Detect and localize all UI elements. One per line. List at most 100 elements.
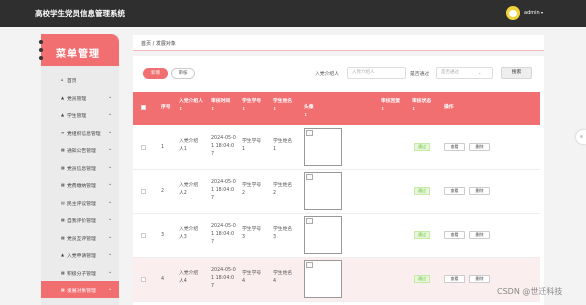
search-button[interactable]: 搜索 (501, 67, 532, 79)
sidebar-item[interactable]: ▦ 党员互评管理 ⌄ (41, 229, 119, 246)
sidebar-item[interactable]: ▦ 积极分子管理 ⌄ (41, 264, 119, 281)
home-icon: ⌂ (61, 77, 64, 82)
sidebar-item[interactable]: ▦ 党费缴纳管理 ⌄ (41, 176, 119, 193)
sort-icon[interactable]: ↕ (211, 105, 239, 112)
sort-icon[interactable]: ↕ (381, 105, 400, 112)
view-button[interactable]: 查看 (444, 143, 465, 151)
side-handle[interactable] (576, 130, 586, 144)
header-status[interactable]: 审核状态 ↕ (412, 98, 431, 112)
sidebar-item[interactable]: ⌂ 首页 (41, 71, 119, 88)
chevron-down-icon: ⌄ (108, 181, 113, 187)
row-checkbox[interactable] (141, 277, 146, 282)
delete-button[interactable]: 删除 (469, 231, 490, 239)
delete-button[interactable]: 删除 (469, 187, 490, 195)
row-introducer-line: 人2 (179, 191, 187, 196)
sort-icon[interactable]: ↕ (179, 105, 205, 112)
row-time-line: 2024-05-0 (211, 180, 236, 185)
sidebar-item-label: 自我评价管理 (67, 219, 96, 224)
sidebar-item[interactable]: ▦ 党员信息管理 ⌄ (41, 159, 119, 176)
table-row: 4 入党介绍 人4 2024-05-0 1 18:04:0 7 学生学号 4 学生姓名 4 通过 查看… (133, 258, 540, 302)
caret-down-icon[interactable]: ▾ (541, 10, 543, 15)
header-avatar[interactable]: 头像 ↕ (304, 104, 314, 118)
doc-icon: ▤ (61, 199, 65, 205)
chevron-down-icon: ⌄ (108, 146, 113, 152)
row-index: 4 (161, 277, 165, 282)
row-time: 2024-05-0 1 18:04:0 7 (211, 267, 241, 291)
header-time-text: 审核时间 (211, 99, 231, 104)
table-header: 序号 入党介绍人 ↕ 审核时间 ↕ 学生学号 ↕ 学生姓名 ↕ 头像 ↕ 审核回… (133, 92, 540, 125)
chevron-down-icon: ⌄ (108, 286, 113, 292)
header-time[interactable]: 审核时间 ↕ (211, 98, 239, 112)
sidebar-item[interactable]: ≡ 党组织信息管理 ⌄ (41, 124, 119, 141)
header-student-id[interactable]: 学生学号 ↕ (242, 98, 261, 112)
select-all-checkbox[interactable] (141, 105, 146, 110)
row-student-name-line: 4 (273, 279, 277, 284)
header-student-name[interactable]: 学生姓名 ↕ (273, 98, 292, 112)
row-student-id-line: 学生学号 (242, 227, 262, 232)
sidebar-title: 菜单管理 (56, 49, 100, 60)
row-time-line: 7 (211, 196, 215, 201)
sidebar-item[interactable]: ▤ 民主评议管理 ⌄ (41, 194, 119, 211)
row-time-line: 7 (211, 284, 215, 289)
row-time: 2024-05-0 1 18:04:0 7 (211, 135, 241, 159)
header-reply[interactable]: 审核回复 ↕ (381, 98, 400, 112)
sidebar-item[interactable]: ▦ 发展对象管理 ⌄ (41, 281, 119, 298)
add-button[interactable]: 新增 (143, 68, 168, 79)
view-button[interactable]: 查看 (444, 231, 465, 239)
dot-icon (39, 56, 43, 60)
app-title: 高校学生党员信息管理系统 (35, 9, 125, 18)
row-student-name: 学生姓名 4 (273, 270, 303, 286)
table-row: 2 入党介绍 人2 2024-05-0 1 18:04:0 7 学生学号 2 学生姓名 2 通过 查看… (133, 170, 540, 214)
dot-icon (39, 48, 43, 52)
chevron-down-icon: ⌄ (108, 111, 113, 117)
table-row: 3 入党介绍 人3 2024-05-0 1 18:04:0 7 学生学号 3 学生姓名 3 通过 查看… (133, 214, 540, 258)
row-checkbox[interactable] (141, 189, 146, 194)
sidebar-item-label: 党员管理 (67, 96, 87, 102)
row-student-id-line: 2 (242, 191, 246, 196)
delete-button[interactable]: 删除 (469, 143, 490, 151)
sort-icon[interactable]: ↕ (242, 105, 261, 112)
delete-button[interactable]: 删除 (469, 275, 490, 283)
row-introducer-line: 入党介绍 (179, 139, 199, 144)
view-button[interactable]: 查看 (444, 275, 465, 283)
row-student-name-line: 3 (273, 235, 277, 240)
breadcrumb-text: 首页 / 发展对象 (141, 41, 176, 47)
sidebar-item[interactable]: ▲ 入党申请管理 ⌄ (41, 246, 119, 263)
sidebar-item-label: 发展对象管理 (67, 289, 96, 294)
row-student-name: 学生姓名 1 (273, 138, 303, 154)
row-time-line: 1 18:04:0 (211, 144, 235, 149)
introducer-label: 入党介绍人 (315, 72, 339, 77)
row-introducer-line: 入党介绍 (179, 271, 199, 276)
review-button[interactable]: 审核 (171, 68, 195, 79)
view-button[interactable]: 查看 (444, 187, 465, 195)
chevron-down-icon: ⌄ (108, 268, 113, 275)
row-checkbox[interactable] (141, 145, 146, 150)
grid-icon: ▦ (61, 217, 65, 222)
row-student-id: 学生学号 3 (242, 226, 272, 242)
row-introducer-line: 入党介绍 (179, 227, 199, 232)
header-introducer-text: 入党介绍人 (179, 99, 203, 104)
user-name[interactable]: admin (524, 10, 540, 16)
sidebar-item[interactable]: ▲ 党员管理 ⌄ (41, 89, 119, 106)
row-student-id-line: 1 (242, 147, 246, 152)
sort-icon[interactable]: ↕ (304, 111, 314, 118)
avatar[interactable] (506, 6, 520, 20)
chevron-down-icon: ⌄ (478, 70, 482, 75)
header-introducer[interactable]: 入党介绍人 ↕ (179, 98, 205, 112)
sidebar-item-label: 通知公告管理 (67, 149, 96, 154)
sort-icon[interactable]: ↕ (273, 105, 292, 112)
sort-icon[interactable]: ↕ (412, 105, 431, 112)
header-student-name-text: 学生姓名 (273, 99, 293, 104)
sidebar-item-label: 党费缴纳管理 (67, 184, 96, 189)
sidebar-item-label: 积极分子管理 (67, 271, 96, 277)
sidebar-item[interactable]: ▲ 学生管理 ⌄ (41, 106, 119, 123)
row-checkbox[interactable] (141, 233, 146, 238)
introducer-input[interactable]: 入党介绍人 (347, 67, 406, 79)
row-time-line: 1 18:04:0 (211, 232, 235, 237)
passed-select[interactable]: 是否通过 (436, 67, 493, 79)
sidebar-item[interactable]: ▦ 自我评价管理 ⌄ (41, 211, 119, 228)
row-student-name-line: 学生姓名 (273, 183, 293, 188)
row-introducer: 入党介绍 人2 (179, 182, 207, 198)
sidebar-item[interactable]: ▦ 通知公告管理 ⌄ (41, 141, 119, 158)
user-icon: ▲ (61, 112, 65, 117)
